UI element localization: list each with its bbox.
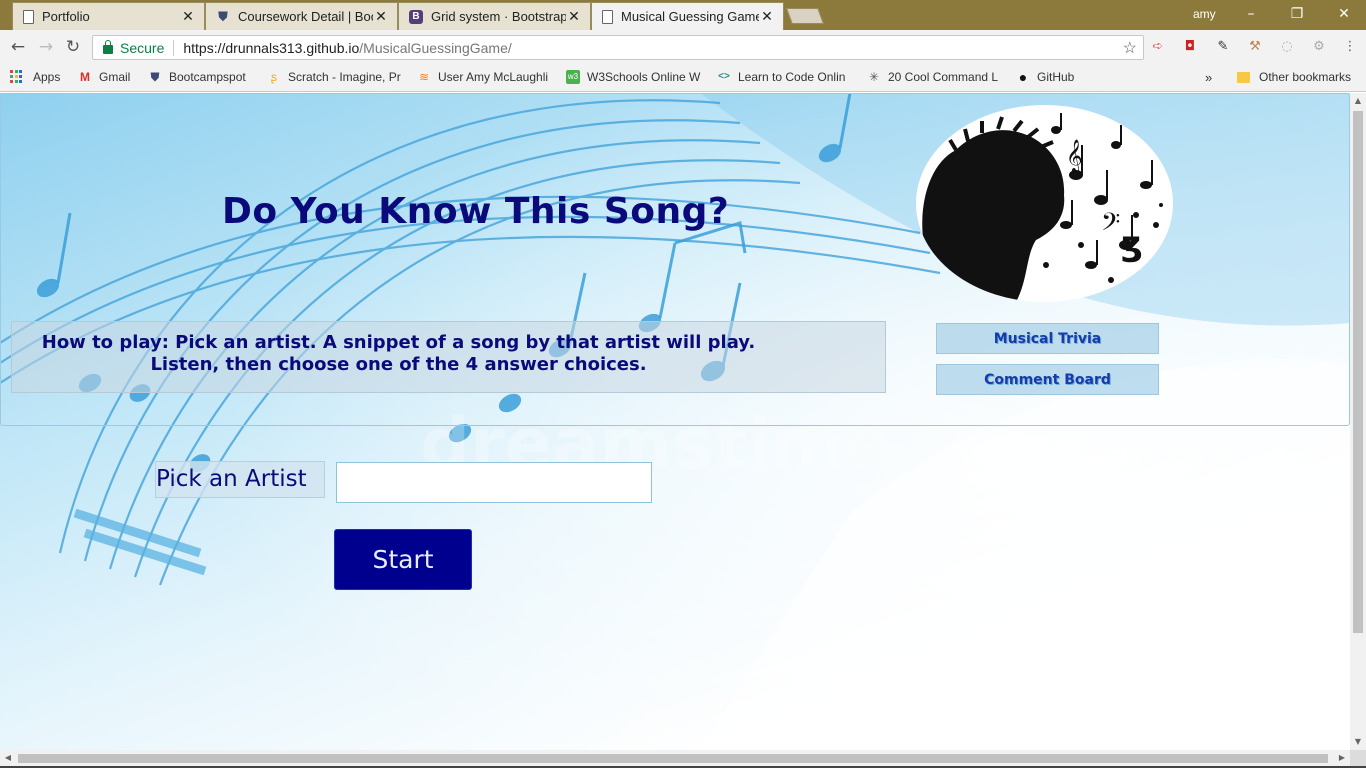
- divider: [173, 39, 175, 56]
- svg-text:𝄢: 𝄢: [1101, 208, 1120, 243]
- horizontal-scroll-thumb[interactable]: [18, 754, 1328, 763]
- menu-dots-icon[interactable]: ⋮: [1342, 39, 1358, 55]
- scroll-left-icon[interactable]: ◀: [0, 750, 16, 766]
- bookmark-scratch[interactable]: ʂ Scratch - Imagine, Pr: [267, 70, 401, 84]
- bookmark-label: User Amy McLaughli: [438, 70, 549, 84]
- svg-text:𝄞: 𝄞: [1066, 139, 1083, 173]
- page-title: Do You Know This Song?: [222, 191, 730, 232]
- sparkle-icon: ✳: [868, 70, 880, 84]
- bookmark-stackoverflow[interactable]: ≋ User Amy McLaughli: [417, 70, 552, 84]
- github-icon: ●: [1018, 70, 1028, 84]
- forward-arrow-icon[interactable]: →: [36, 37, 56, 57]
- tab-musical-guessing-game[interactable]: Musical Guessing Game ✕: [591, 2, 784, 30]
- tab-strip: Portfolio ✕ ⛊ Coursework Detail | Boot ✕…: [0, 0, 1366, 30]
- shield-icon: ⛊: [150, 70, 160, 84]
- folder-icon: [1237, 71, 1250, 83]
- vertical-scroll-thumb[interactable]: [1353, 111, 1363, 633]
- bookmark-bootcampspot[interactable]: ⛊ Bootcampspot: [148, 70, 246, 84]
- reload-icon[interactable]: ↻: [63, 37, 83, 57]
- how-to-play-line-1: How to play: Pick an artist. A snippet o…: [41, 332, 756, 353]
- url-path: /MusicalGuessingGame/: [359, 39, 512, 56]
- window-close-icon[interactable]: ✕: [1334, 4, 1354, 24]
- scroll-right-icon[interactable]: ▶: [1334, 750, 1350, 766]
- extension-hammer-icon[interactable]: ⚒: [1247, 39, 1263, 55]
- pocket-icon[interactable]: ◘: [1182, 39, 1198, 55]
- bookmark-github[interactable]: ● GitHub: [1016, 70, 1075, 84]
- extension-gear-icon[interactable]: ⚙: [1311, 39, 1327, 55]
- tab-label: Grid system · Bootstrap: [431, 9, 566, 24]
- restore-icon[interactable]: ❐: [1287, 4, 1307, 24]
- scroll-up-icon[interactable]: ▲: [1350, 93, 1366, 109]
- pick-artist-label: Pick an Artist: [155, 461, 325, 498]
- bookmarks-overflow-button[interactable]: »: [1205, 70, 1212, 85]
- tab-bootstrap-grid[interactable]: B Grid system · Bootstrap ✕: [398, 2, 591, 30]
- bookmark-label: GitHub: [1037, 70, 1075, 84]
- w3schools-icon: w3: [566, 70, 580, 84]
- close-icon[interactable]: ✕: [759, 8, 775, 25]
- tab-coursework[interactable]: ⛊ Coursework Detail | Boot ✕: [205, 2, 398, 30]
- bookmark-label: Scratch - Imagine, Pr: [288, 70, 401, 84]
- apps-grid-icon: [10, 70, 24, 84]
- extension-arrow-icon[interactable]: ➪: [1150, 39, 1166, 55]
- gmail-icon: M: [80, 70, 90, 84]
- musical-trivia-link[interactable]: Musical Trivia: [936, 323, 1159, 354]
- browser-toolbar: ← → ↻ Secure https://drunnals313.github.…: [0, 30, 1366, 64]
- music-head-logo: 𝄢 𝄞 ʒ: [916, 105, 1173, 302]
- bookmark-label: Bootcampspot: [169, 70, 246, 84]
- url-host: https://drunnals313.github.io: [183, 39, 360, 56]
- document-icon: [602, 9, 613, 24]
- code-icon: <>: [718, 71, 730, 82]
- bookmark-learn-to-code[interactable]: <> Learn to Code Onlin: [717, 70, 853, 84]
- bookmark-label: 20 Cool Command L: [888, 70, 999, 84]
- address-bar[interactable]: Secure https://drunnals313.github.io/Mus…: [92, 35, 1144, 60]
- close-icon[interactable]: ✕: [566, 8, 582, 25]
- bookmark-apps[interactable]: Apps: [10, 70, 60, 84]
- scroll-down-icon[interactable]: ▼: [1350, 734, 1366, 750]
- scratch-icon: ʂ: [271, 70, 277, 84]
- bookmark-label: W3Schools Online W: [587, 70, 701, 84]
- bookmark-star-icon[interactable]: ☆: [1123, 38, 1137, 58]
- svg-text:ʒ: ʒ: [1121, 224, 1143, 264]
- other-bookmarks[interactable]: Other bookmarks: [1237, 70, 1351, 84]
- tab-label: Musical Guessing Game: [621, 9, 759, 24]
- bookmark-gmail[interactable]: M Gmail: [78, 70, 130, 84]
- vertical-scrollbar[interactable]: ▲ ▼: [1350, 93, 1366, 750]
- bookmark-w3schools[interactable]: w3 W3Schools Online W: [566, 70, 704, 84]
- horizontal-scrollbar[interactable]: ◀ ▶: [0, 750, 1350, 766]
- tab-label: Portfolio: [42, 9, 90, 24]
- page-viewport: dreamstime Do You Know This Song? 𝄢 𝄞 ʒ: [0, 93, 1350, 750]
- bootcampspot-shield-icon: ⛊: [218, 8, 228, 24]
- close-icon[interactable]: ✕: [180, 8, 196, 25]
- comment-board-link[interactable]: Comment Board: [936, 364, 1159, 395]
- tab-label: Coursework Detail | Boot: [238, 9, 373, 24]
- secure-label: Secure: [120, 39, 165, 56]
- bookmark-label: Learn to Code Onlin: [738, 70, 846, 84]
- new-tab-button[interactable]: [786, 8, 824, 24]
- back-arrow-icon[interactable]: ←: [8, 37, 28, 57]
- close-icon[interactable]: ✕: [373, 8, 389, 25]
- extension-circle-icon[interactable]: ◌: [1279, 39, 1295, 55]
- profile-name[interactable]: amy: [1193, 7, 1216, 21]
- bookmark-label: Other bookmarks: [1259, 70, 1352, 84]
- document-icon: [23, 9, 34, 24]
- bookmarks-bar: Apps M Gmail ⛊ Bootcampspot ʂ Scratch - …: [0, 64, 1366, 92]
- bookmark-label: Apps: [33, 70, 61, 84]
- silhouette-music-notes-image: 𝄢 𝄞 ʒ: [922, 113, 1163, 302]
- how-to-play-panel: How to play: Pick an artist. A snippet o…: [11, 321, 886, 393]
- tab-portfolio[interactable]: Portfolio ✕: [12, 2, 205, 30]
- eyedropper-icon[interactable]: ✎: [1215, 39, 1231, 55]
- bookmark-command-line[interactable]: ✳ 20 Cool Command L: [867, 70, 1003, 84]
- start-button[interactable]: Start: [334, 529, 472, 590]
- lock-icon: [103, 39, 113, 54]
- stackoverflow-icon: ≋: [418, 70, 430, 84]
- bookmark-label: Gmail: [99, 70, 131, 84]
- artist-input[interactable]: [336, 462, 652, 503]
- bootstrap-icon: B: [409, 9, 423, 24]
- minimize-icon[interactable]: –: [1241, 4, 1261, 24]
- how-to-play-line-2: Listen, then choose one of the 4 answer …: [150, 354, 647, 375]
